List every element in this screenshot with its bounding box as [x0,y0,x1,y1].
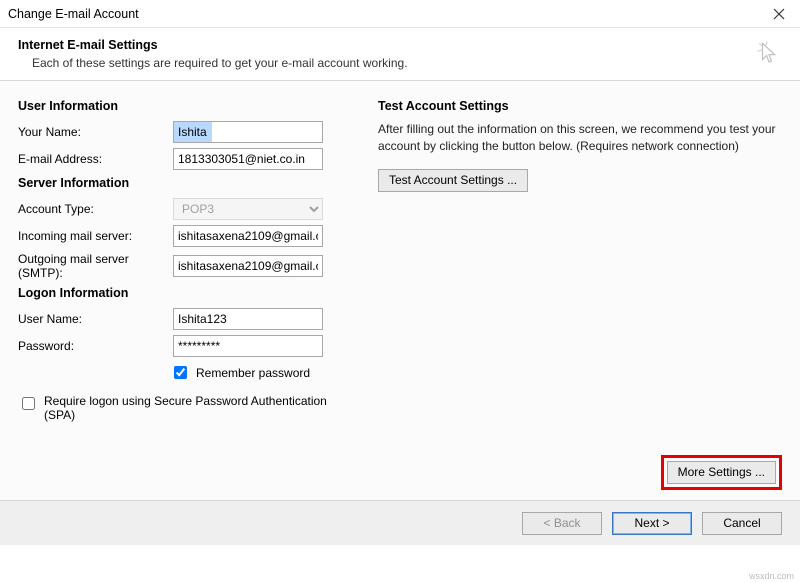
header-subtitle: Each of these settings are required to g… [32,56,408,70]
cursor-icon [756,38,782,68]
left-column: User Information Your Name: E-mail Addre… [18,93,358,500]
row-outgoing: Outgoing mail server (SMTP): [18,252,358,280]
section-logon-info: Logon Information [18,286,358,300]
test-heading: Test Account Settings [378,99,782,113]
row-your-name: Your Name: [18,121,358,143]
window-title: Change E-mail Account [8,7,139,21]
right-column: Test Account Settings After filling out … [378,93,782,500]
outgoing-input[interactable] [173,255,323,277]
section-server-info: Server Information [18,176,358,190]
header: Internet E-mail Settings Each of these s… [0,28,800,81]
username-input[interactable] [173,308,323,330]
back-button: < Back [522,512,602,535]
row-email: E-mail Address: [18,148,358,170]
label-spa: Require logon using Secure Password Auth… [44,394,358,422]
account-type-select: POP3 [173,198,323,220]
incoming-input[interactable] [173,225,323,247]
label-account-type: Account Type: [18,202,173,216]
titlebar: Change E-mail Account [0,0,800,28]
wizard-buttons: < Back Next > Cancel [0,501,800,545]
label-email: E-mail Address: [18,152,173,166]
header-title: Internet E-mail Settings [18,38,408,52]
row-password: Password: [18,335,358,357]
row-remember: Remember password [170,363,358,382]
test-description: After filling out the information on thi… [378,121,782,155]
label-password: Password: [18,339,173,353]
watermark: wsxdn.com [749,571,794,581]
spa-checkbox[interactable] [22,397,35,410]
test-account-button[interactable]: Test Account Settings ... [378,169,528,192]
row-spa: Require logon using Secure Password Auth… [18,394,358,422]
label-incoming: Incoming mail server: [18,229,173,243]
cancel-button[interactable]: Cancel [702,512,782,535]
label-your-name: Your Name: [18,125,173,139]
password-input[interactable] [173,335,323,357]
more-settings-button[interactable]: More Settings ... [667,461,776,484]
remember-checkbox[interactable] [174,366,187,379]
body: User Information Your Name: E-mail Addre… [0,81,800,501]
row-username: User Name: [18,308,358,330]
close-icon [773,8,785,20]
row-incoming: Incoming mail server: [18,225,358,247]
label-outgoing: Outgoing mail server (SMTP): [18,252,173,280]
next-button[interactable]: Next > [612,512,692,535]
more-settings-highlight: More Settings ... [661,455,782,490]
email-input[interactable] [173,148,323,170]
label-remember: Remember password [196,366,310,380]
section-user-info: User Information [18,99,358,113]
close-button[interactable] [766,3,792,25]
label-username: User Name: [18,312,173,326]
row-account-type: Account Type: POP3 [18,198,358,220]
your-name-input[interactable] [173,121,323,143]
